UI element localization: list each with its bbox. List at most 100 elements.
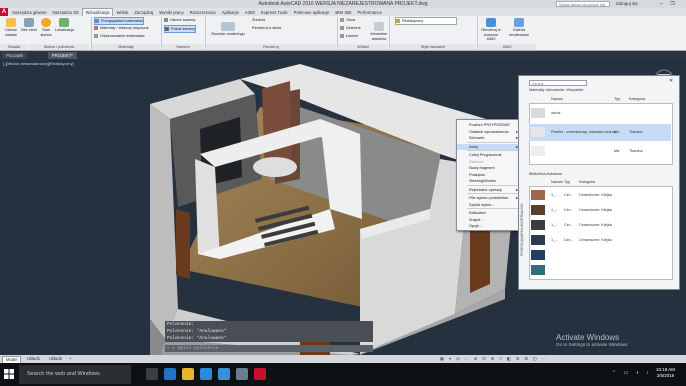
materials-textures-toggle[interactable]: Materiały / tekstury włączone [94, 25, 149, 31]
arc-button[interactable]: Łukiem [340, 33, 358, 39]
library-row[interactable] [529, 263, 671, 277]
material-cell: 1_... [551, 208, 559, 212]
windows-button[interactable]: Okna [340, 17, 355, 23]
taskbar-search-input[interactable]: Search the web and Windows [19, 365, 131, 384]
view-manager-button[interactable]: Menedżer widoków [368, 22, 390, 41]
no-shadows-button[interactable]: Bez cieni [21, 18, 37, 33]
context-menu-item[interactable]: Nowy fragment [457, 165, 521, 171]
command-history-line: Polecenie: *Anulowano* [165, 335, 373, 342]
library-row[interactable]: 1_... Cer... Ceramiczne: Kłejka [529, 203, 671, 217]
show-cameras-button[interactable]: Pokaż kamery [164, 25, 197, 33]
gallery-icon [514, 18, 524, 27]
library-row[interactable] [529, 248, 671, 262]
material-cell: Ceramiczne: Kłejka [579, 223, 612, 227]
material-cell: obraz [551, 111, 561, 115]
render-gallery-button[interactable]: Galeria renderowań [508, 18, 530, 37]
split-button[interactable]: Dzielone [340, 25, 361, 31]
render-preset-select[interactable]: Średnia [252, 17, 265, 23]
location-icon [59, 18, 69, 27]
tab-projekt[interactable]: PROJEKT* [48, 52, 77, 59]
materials-browser-button[interactable]: Przeglądarka materiałów [94, 17, 144, 25]
material-cell: Cer... [564, 208, 574, 212]
column-header[interactable]: Typ [614, 97, 620, 101]
library-row[interactable]: 1_... Cer... Ceramiczne: Kłejka [529, 188, 671, 202]
title-bar: Autodesk AutoCAD 2016 WERSJA NIEZAREJEST… [0, 0, 686, 15]
tab-add-layout[interactable]: + [66, 356, 74, 362]
clock[interactable]: 10:18 AM 2/5/2016 [656, 367, 675, 379]
app-menu-icon[interactable]: A [0, 8, 8, 16]
library-header[interactable]: Biblioteka Autodesk [529, 172, 562, 176]
material-cell: Ceramiczne: Kłejka [579, 208, 612, 212]
library-row[interactable]: 1_... Cer... Ceramiczne: Kłejka [529, 218, 671, 232]
windows-start-icon[interactable] [4, 369, 14, 379]
tab-layout1[interactable]: Układ1 [24, 356, 43, 362]
edge-icon[interactable] [164, 368, 176, 380]
shadow-icon [24, 18, 34, 27]
autocad-icon[interactable] [254, 368, 266, 380]
material-row[interactable]: Ma Tkanina [529, 143, 671, 160]
panel-side-label: PRZEGLĄDARKA MATERIAŁÓW [520, 203, 524, 256]
ribbon: Utwórz światło Bez cieni Stan słońca Lok… [0, 16, 686, 51]
material-row[interactable]: obraz [529, 105, 671, 122]
task-view-icon[interactable] [146, 368, 158, 380]
render-size-button[interactable]: Rozmiar renderingu [208, 22, 248, 37]
app-icon[interactable] [218, 368, 230, 380]
library-row[interactable]: 1_... Cer... Ceramiczne: Kłejka [529, 233, 671, 247]
visual-style-select[interactable]: Realistyczny [395, 17, 457, 25]
search-input[interactable]: Wpisz słowo kluczowe lub frazę [556, 1, 610, 13]
materials-browser-panel: Szukaj Materiały dokumentu: Wszystkie Na… [518, 75, 680, 290]
app-icon[interactable] [236, 368, 248, 380]
material-cell: Cer... [564, 193, 574, 197]
tray-icons[interactable]: ⌃ ▭ ◖ ♪ [612, 370, 652, 376]
store-icon[interactable] [200, 368, 212, 380]
tab-start[interactable]: Początek [2, 52, 28, 59]
panel-title-views: Widoki [338, 44, 388, 50]
material-thumbnail [531, 235, 545, 245]
context-menu-item[interactable]: Znajdź... [457, 217, 521, 223]
location-button[interactable]: Lokalizacja [55, 18, 74, 33]
context-menu-item[interactable]: Rejestrator operacji▸ [457, 187, 521, 193]
context-menu-item[interactable]: Opcje... [457, 223, 521, 229]
viewport-label[interactable]: [-][Widok niestandardowy][Realistyczny] [3, 61, 74, 66]
context-menu-item[interactable]: Powtórz PRZYPISZMAT [457, 122, 521, 128]
context-menu-item[interactable]: Kalkulator [457, 210, 521, 216]
context-menu-item[interactable]: Schowek▸ [457, 135, 521, 141]
material-thumbnail [531, 146, 545, 156]
column-header[interactable]: Typ [564, 180, 570, 184]
materials-search-input[interactable]: Szukaj [529, 80, 587, 86]
material-mapping-button[interactable]: Odwzorowanie materiałów [94, 33, 145, 39]
camera-icon [165, 27, 169, 31]
material-row[interactable]: Parkiet - czereśniowy, wstawka czarna Ma T… [529, 124, 671, 141]
file-explorer-icon[interactable] [182, 368, 194, 380]
panel-title-render: Renderuj [206, 44, 336, 50]
arc-icon [340, 34, 344, 38]
render-cloud-button[interactable]: Renderuj w chmurze A360 [480, 18, 502, 42]
context-menu-item[interactable]: Filtr wyboru podobiektu▸ [457, 195, 521, 201]
document-materials-header[interactable]: Materiały dokumentu: Wszystkie [529, 88, 583, 92]
column-header[interactable]: Nazwa [551, 180, 563, 184]
context-menu-item[interactable]: Powiększ [457, 172, 521, 178]
status-bar-icons[interactable]: ▦ ⌖ ◎ ∟ ⊕ ⊡ ⚙ ≡ ◧ ☰ ⊞ ◰ ⋯ [440, 356, 680, 362]
column-header[interactable]: Kategoria [629, 97, 645, 101]
column-header[interactable]: Kategoria [579, 180, 595, 184]
context-menu-item[interactable]: Szybki wybór... [457, 202, 521, 208]
create-camera-button[interactable]: Utwórz kamerę [164, 17, 196, 23]
tab-layout2[interactable]: Układ2 [46, 356, 65, 362]
command-input[interactable]: ✕ ▸ Wpisz polecenie [165, 345, 373, 352]
window-controls[interactable]: – ❐ ✕ [660, 0, 686, 15]
material-cell: 1_... [551, 223, 559, 227]
column-header[interactable]: Nazwa [551, 97, 563, 101]
render-in-window-select[interactable]: Renderuj w oknie [252, 25, 281, 31]
context-menu-item[interactable]: Izoluj▸ [457, 143, 521, 150]
context-menu-item[interactable]: Odtwórz [457, 159, 521, 165]
create-light-button[interactable]: Utwórz światło [2, 18, 20, 37]
close-icon[interactable]: ✕ [669, 78, 673, 84]
document-tabs: Początek PROJEKT* [0, 51, 686, 59]
render-icon [221, 22, 235, 31]
sign-in-link[interactable]: Zaloguj się [616, 0, 638, 8]
context-menu-item[interactable]: Ostatnie wprowadzenia▸ [457, 129, 521, 135]
context-menu-item[interactable]: Cofnij Przypisz/mat [457, 152, 521, 158]
tab-model[interactable]: Model [2, 356, 22, 363]
sun-status-button[interactable]: Stan słońca [38, 18, 54, 37]
context-menu-item[interactable]: SteeringWheels [457, 178, 521, 184]
